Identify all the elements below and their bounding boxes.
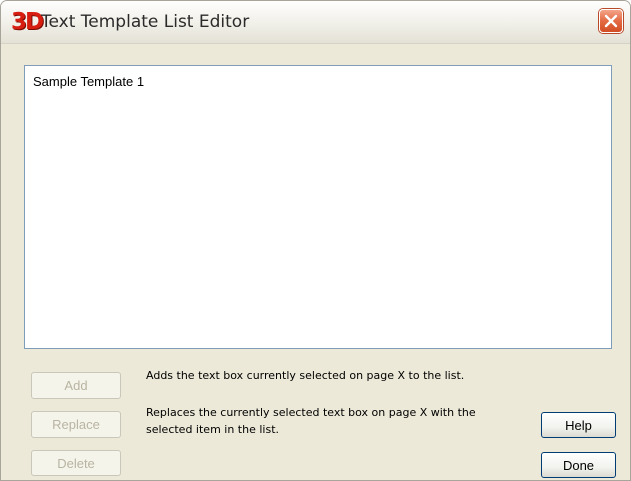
add-description: Adds the text box currently selected on … (146, 369, 465, 382)
window-title: Text Template List Editor (41, 12, 250, 32)
help-button[interactable]: Help (541, 412, 616, 438)
list-item[interactable]: Sample Template 1 (33, 74, 144, 89)
replace-description-line2: selected item in the list. (146, 423, 280, 436)
title-bar[interactable]: 3D Text Template List Editor (1, 1, 630, 44)
template-listbox[interactable]: Sample Template 1 (24, 65, 612, 349)
close-x-icon (604, 14, 618, 28)
app-logo-icon: 3D (11, 9, 44, 35)
close-button[interactable] (599, 9, 623, 33)
delete-button[interactable]: Delete (31, 450, 121, 476)
dialog-window: 3D Text Template List Editor Sample Temp… (0, 0, 631, 481)
replace-description-line1: Replaces the currently selected text box… (146, 406, 476, 419)
replace-button[interactable]: Replace (31, 411, 121, 438)
done-button[interactable]: Done (541, 452, 616, 478)
add-button[interactable]: Add (31, 372, 121, 399)
